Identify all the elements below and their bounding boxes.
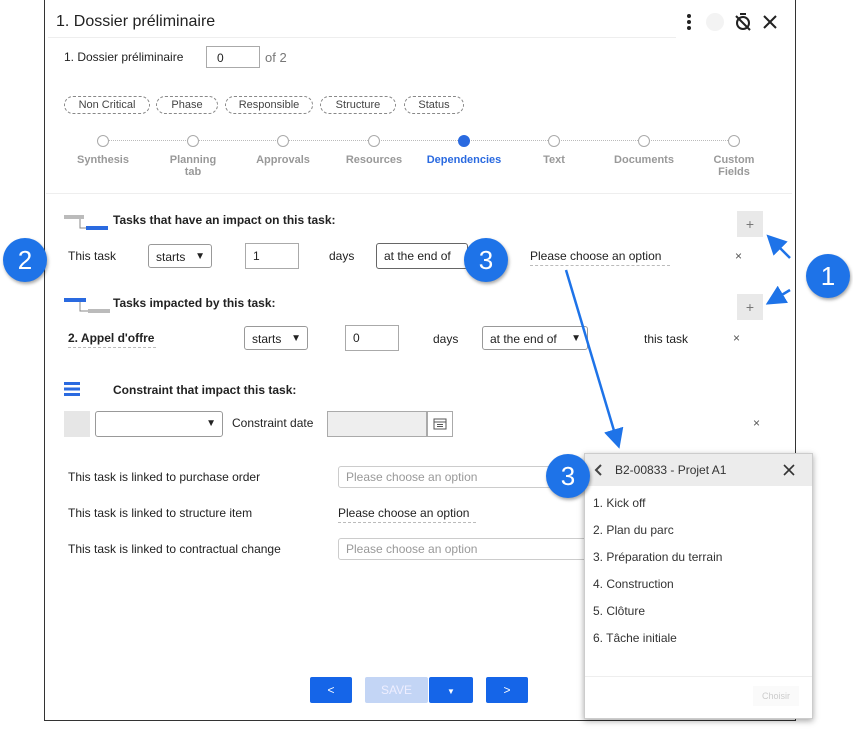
arrow-to-add-predecessor (766, 234, 791, 259)
annotation-badge-3-popup: 3 (546, 454, 590, 498)
annotation-badge-2: 2 (3, 238, 47, 282)
arrow-to-add-successor (765, 285, 791, 305)
arrow-to-popup (564, 269, 624, 449)
annotation-arrows (564, 234, 791, 449)
annotation-badge-3: 3 (464, 238, 508, 282)
annotation-badge-1: 1 (806, 254, 850, 298)
